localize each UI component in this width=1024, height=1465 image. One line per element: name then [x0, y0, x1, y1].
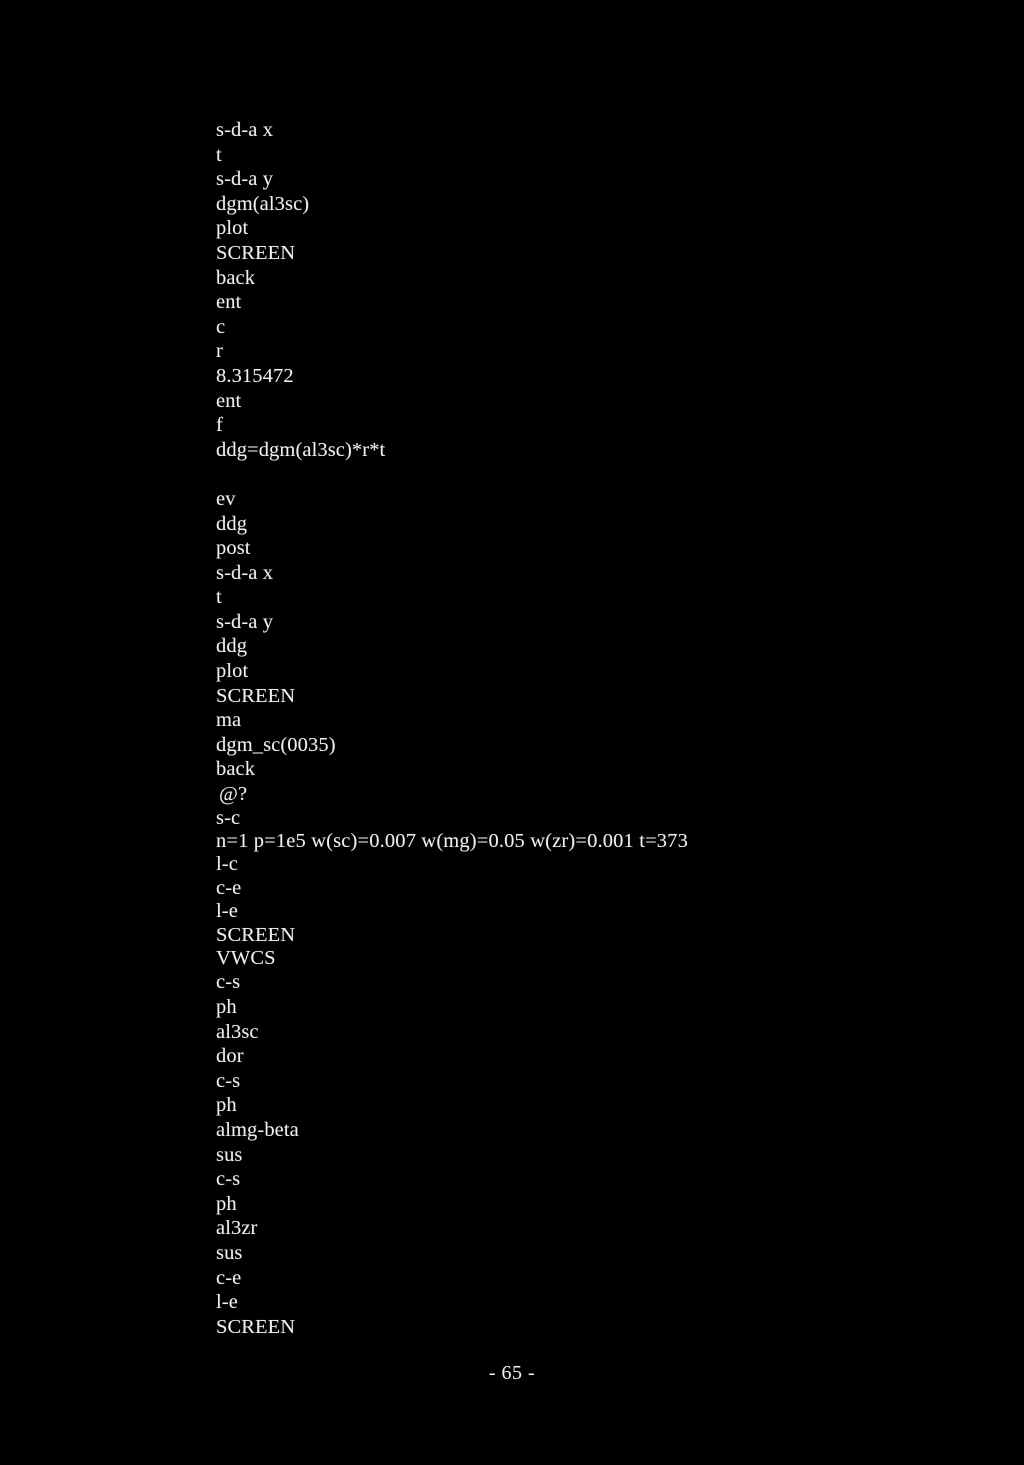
script-line: f	[216, 414, 223, 437]
script-line: n=1 p=1e5 w(sc)=0.007 w(mg)=0.05 w(zr)=0…	[216, 830, 688, 853]
script-line: post	[216, 537, 251, 560]
script-line: r	[216, 340, 223, 363]
script-listing: s-d-a x t s-d-a y dgm(al3sc) plot SCREEN back e…	[216, 118, 976, 1339]
script-line: c	[216, 315, 226, 338]
script-line: s-d-a y	[216, 610, 274, 633]
script-line: dgm_sc(0035)	[216, 733, 336, 756]
script-line: almg-beta	[216, 1119, 299, 1142]
script-line: ma	[216, 709, 242, 732]
script-line: c-s	[216, 971, 241, 994]
script-line: 8.315472	[216, 364, 294, 387]
script-line: s-c	[216, 806, 241, 829]
script-line: ph	[216, 996, 237, 1019]
document-page: s-d-a x t s-d-a y dgm(al3sc) plot SCREEN back e…	[0, 0, 1024, 1465]
script-line: t	[216, 586, 222, 609]
page-number: - 65 -	[488, 1362, 536, 1384]
script-line: s-d-a y	[216, 168, 274, 191]
script-line: ev	[216, 487, 236, 510]
script-line: SCREEN	[216, 684, 296, 707]
script-line: @?	[219, 783, 248, 806]
script-line: dor	[216, 1045, 244, 1068]
script-line: c-s	[216, 1168, 241, 1191]
script-line: ph	[216, 1094, 237, 1117]
script-line: sus	[216, 1143, 243, 1166]
script-line: ddg	[216, 635, 248, 658]
script-line: ddg	[216, 512, 248, 535]
script-line: s-d-a x	[216, 561, 274, 584]
script-line: SCREEN	[216, 923, 296, 946]
script-line: t	[216, 143, 222, 166]
script-line: al3sc	[216, 1020, 259, 1043]
script-line: c-s	[216, 1069, 241, 1092]
script-line: back	[216, 758, 256, 781]
script-line: plot	[216, 660, 249, 683]
script-line: SCREEN	[216, 1315, 296, 1338]
script-line: ddg=dgm(al3sc)*r*t	[216, 438, 386, 461]
script-line: l-c	[216, 853, 238, 876]
script-line: sus	[216, 1242, 243, 1264]
script-line: l-e	[216, 1291, 238, 1314]
script-line: c-e	[216, 876, 242, 899]
script-line: ph	[216, 1192, 237, 1215]
script-line: SCREEN	[216, 241, 296, 264]
script-line: al3zr	[216, 1217, 258, 1240]
script-line: VWCS	[216, 947, 276, 970]
script-line: s-d-a x	[216, 119, 274, 141]
script-line: dgm(al3sc)	[216, 192, 310, 215]
script-line: c-e	[216, 1266, 242, 1289]
script-line: l-e	[216, 900, 238, 923]
script-line: back	[216, 266, 256, 289]
script-line: ent	[216, 389, 242, 412]
script-line: ent	[216, 291, 242, 314]
script-line-blank	[216, 462, 976, 487]
script-line: plot	[216, 217, 249, 240]
